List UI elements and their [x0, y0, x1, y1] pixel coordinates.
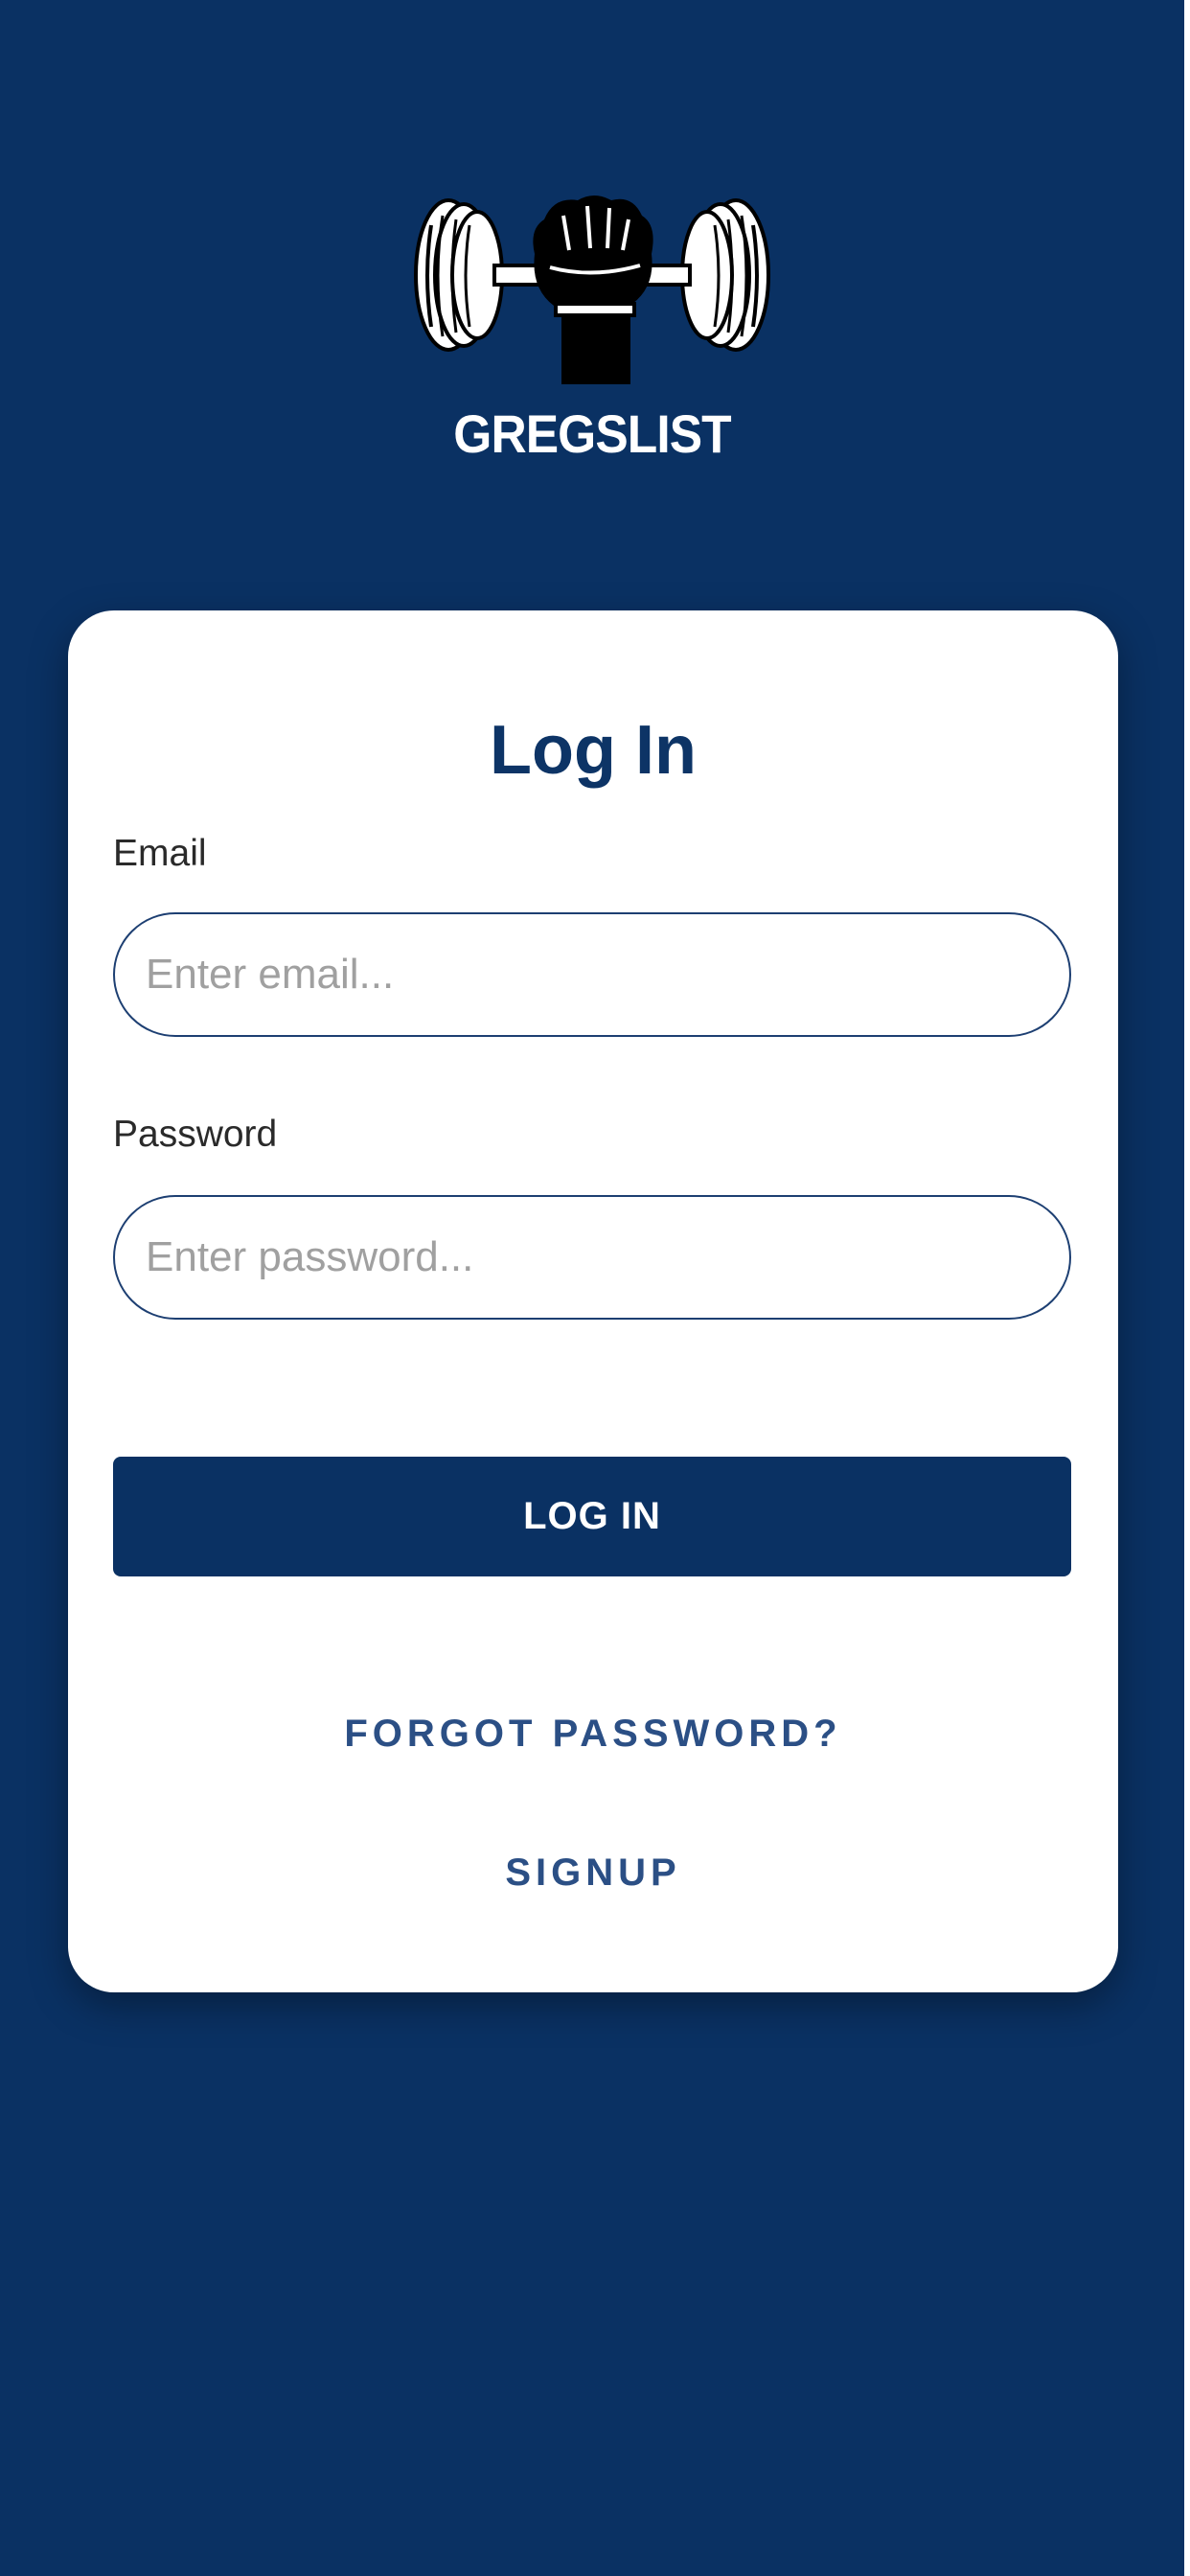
- brand-name: GREGSLIST: [453, 403, 731, 464]
- fist-dumbbell-icon: [414, 196, 770, 384]
- window-edge: [1184, 0, 1190, 2576]
- signup-link[interactable]: SIGNUP: [68, 1852, 1118, 1895]
- email-label: Email: [113, 833, 207, 874]
- password-field[interactable]: [113, 1195, 1071, 1320]
- login-card: Log In Email Password LOG IN FORGOT PASS…: [68, 610, 1118, 1992]
- password-label: Password: [113, 1114, 278, 1155]
- forgot-password-link[interactable]: FORGOT PASSWORD?: [68, 1713, 1118, 1756]
- brand-logo: GREGSLIST: [0, 187, 1184, 465]
- email-field[interactable]: [113, 912, 1071, 1037]
- login-button[interactable]: LOG IN: [113, 1457, 1071, 1576]
- page-title: Log In: [490, 712, 697, 789]
